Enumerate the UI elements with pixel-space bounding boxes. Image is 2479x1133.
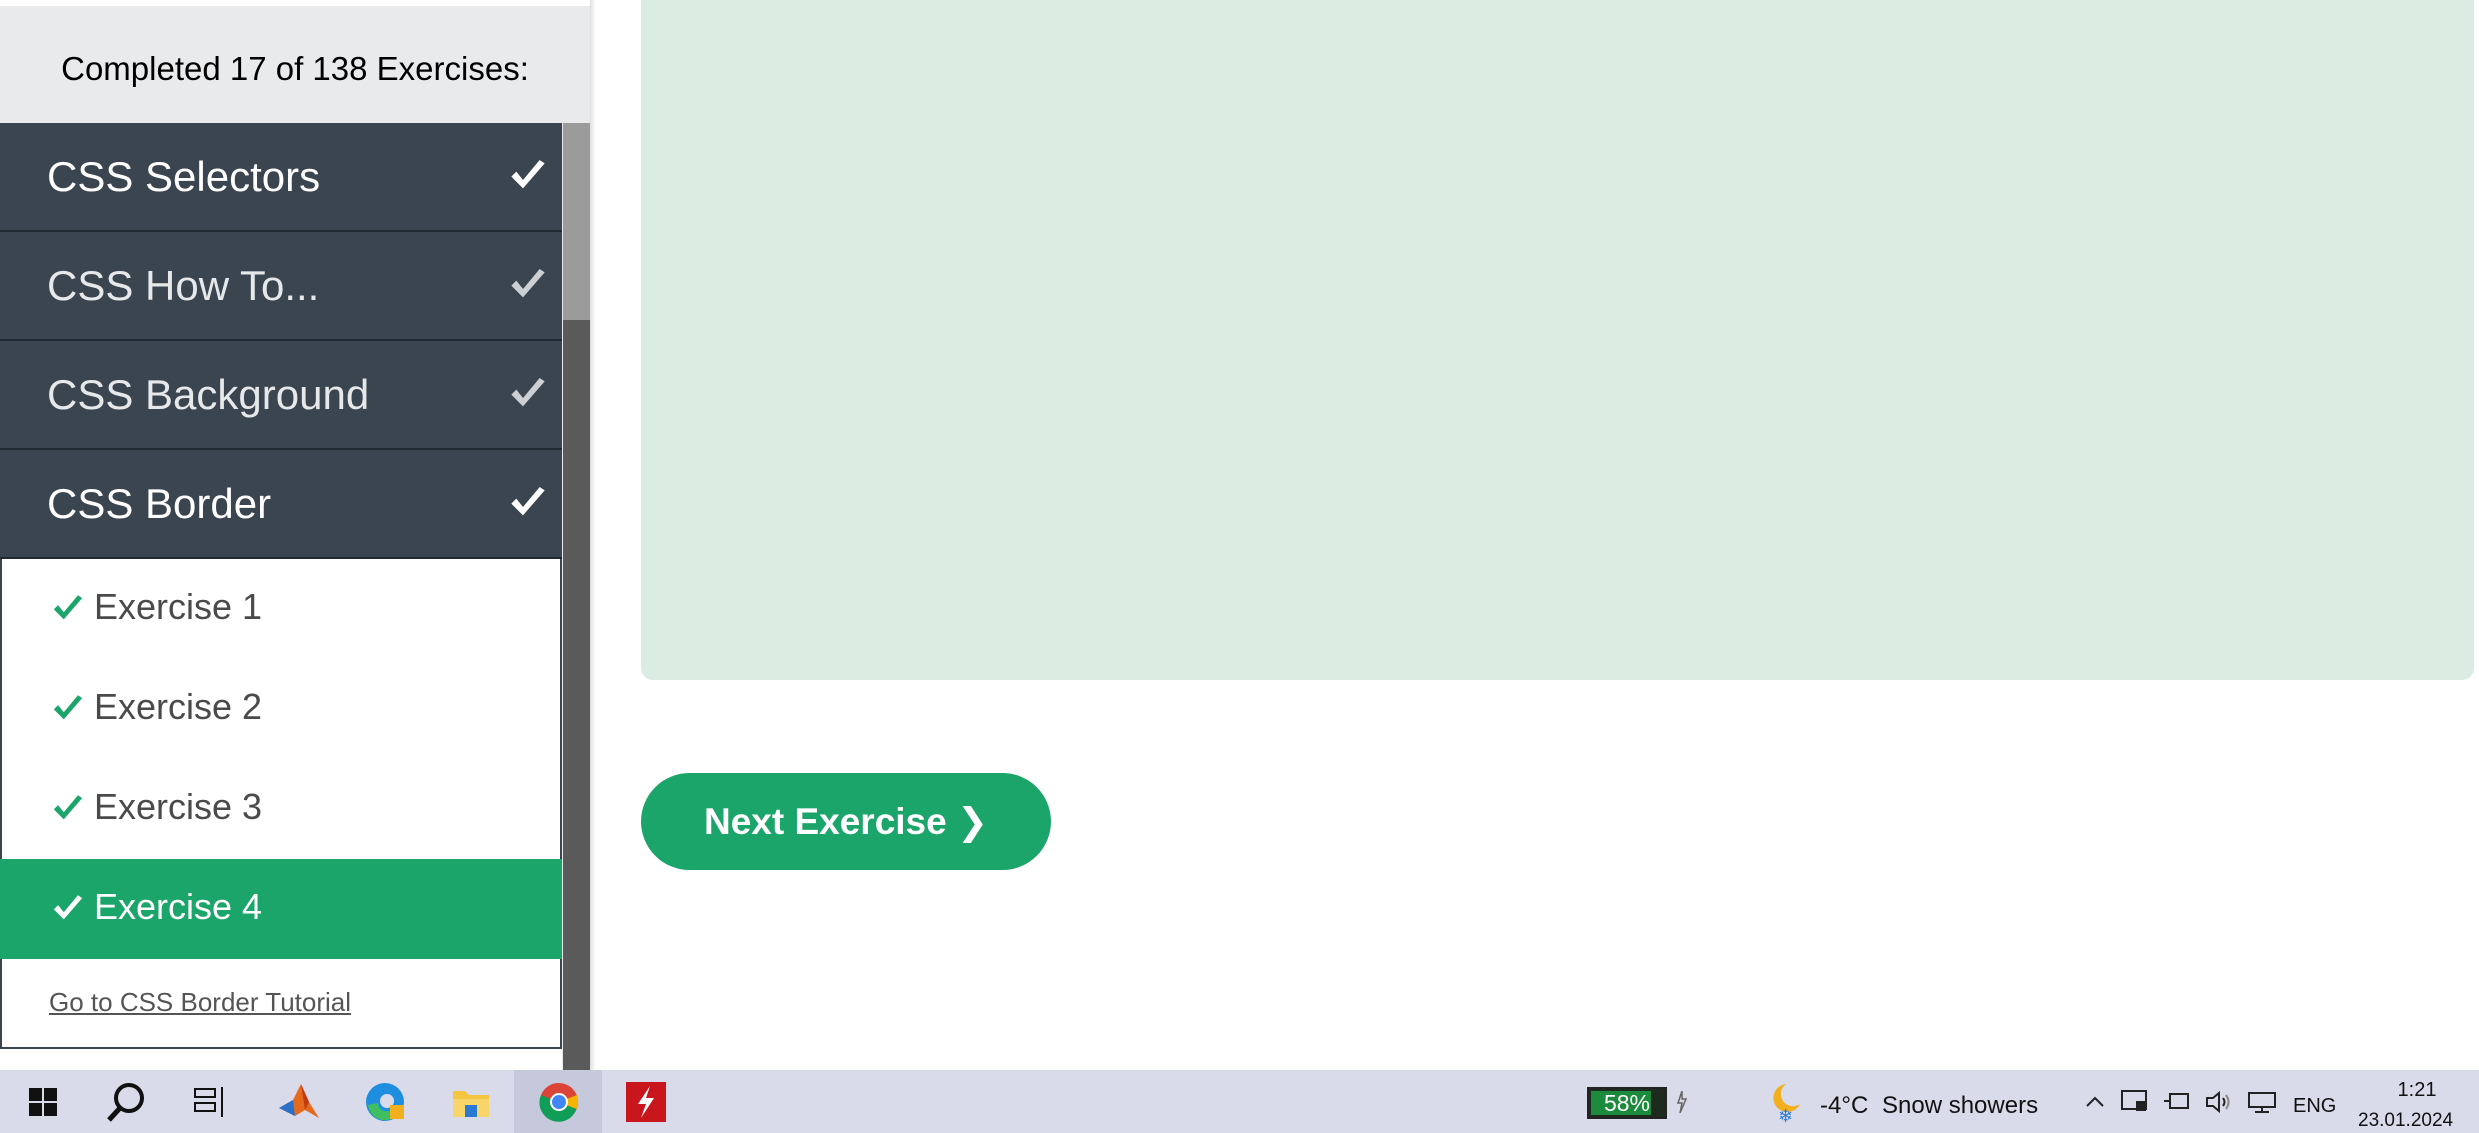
checkmark-icon [511, 269, 545, 298]
flash-app-icon[interactable] [624, 1070, 668, 1133]
edge-browser-icon[interactable] [360, 1070, 410, 1133]
exercise-label: Exercise 2 [94, 686, 263, 727]
matlab-icon[interactable] [274, 1070, 324, 1133]
clock-date[interactable]: 23.01.2024 [2358, 1110, 2453, 1132]
exercise-menu: CSS Selectors CSS How To... CSS Backgrou… [0, 123, 562, 1070]
exercise-item-2[interactable]: Exercise 2 [0, 659, 562, 759]
tutorial-link[interactable]: Go to CSS Border Tutorial [49, 987, 351, 1018]
chrome-browser-icon[interactable] [534, 1070, 584, 1133]
chevron-up-icon[interactable] [2080, 1070, 2110, 1133]
checkmark-icon [53, 695, 83, 720]
category-css-selectors[interactable]: CSS Selectors [0, 123, 562, 232]
input-language[interactable]: ENG [2293, 1095, 2336, 1118]
battery-percent: 58% [1603, 1090, 1651, 1116]
wired-network-icon[interactable] [2244, 1070, 2280, 1133]
battery-indicator[interactable]: 58% [1587, 1087, 1667, 1119]
task-view-icon[interactable] [188, 1070, 232, 1133]
category-css-border[interactable]: CSS Border [0, 450, 562, 559]
checkmark-icon [53, 795, 83, 820]
tutorial-link-container: Go to CSS Border Tutorial [0, 959, 562, 1049]
checkmark-icon [511, 378, 545, 407]
weather-moon-snow-icon[interactable]: ❄ [1762, 1070, 1808, 1133]
exercise-label: Exercise 3 [94, 786, 263, 827]
checkmark-icon [53, 895, 83, 920]
power-plug-icon[interactable] [2160, 1070, 2194, 1133]
sidebar-top-strip [0, 0, 590, 6]
category-css-how-to[interactable]: CSS How To... [0, 232, 562, 341]
category-label: CSS How To... [47, 262, 320, 309]
category-label: CSS Border [47, 480, 272, 527]
weather-description[interactable]: Snow showers [1882, 1092, 2038, 1120]
answer-result-panel [641, 0, 2474, 680]
category-label: CSS Background [47, 371, 370, 418]
exercise-label: Exercise 1 [94, 586, 263, 627]
sidebar-scrollbar-thumb[interactable] [563, 123, 590, 320]
windows-start-icon[interactable] [18, 1070, 68, 1133]
weather-temperature[interactable]: -4°C [1820, 1092, 1868, 1120]
category-label: CSS Selectors [47, 153, 321, 200]
sidebar-shadow [590, 0, 596, 1070]
checkmark-icon [53, 595, 83, 620]
network-display-icon[interactable] [2118, 1070, 2152, 1133]
volume-icon[interactable] [2202, 1070, 2236, 1133]
svg-text:❄: ❄ [1778, 1106, 1793, 1124]
search-icon[interactable] [98, 1070, 154, 1133]
exercise-label: Exercise 4 [94, 886, 263, 927]
clock-time[interactable]: 1:21 [2392, 1079, 2442, 1102]
exercise-item-3[interactable]: Exercise 3 [0, 759, 562, 859]
category-css-background[interactable]: CSS Background [0, 341, 562, 450]
exercise-item-1[interactable]: Exercise 1 [0, 559, 562, 659]
file-explorer-icon[interactable] [446, 1070, 496, 1133]
battery-plug-icon [1672, 1070, 1692, 1133]
next-exercise-button[interactable]: Next Exercise ❯ [641, 773, 1051, 870]
checkmark-icon [511, 487, 545, 516]
checkmark-icon [511, 160, 545, 189]
progress-text: Completed 17 of 138 Exercises: [61, 50, 529, 87]
exercise-item-4-active[interactable]: Exercise 4 [0, 859, 562, 959]
